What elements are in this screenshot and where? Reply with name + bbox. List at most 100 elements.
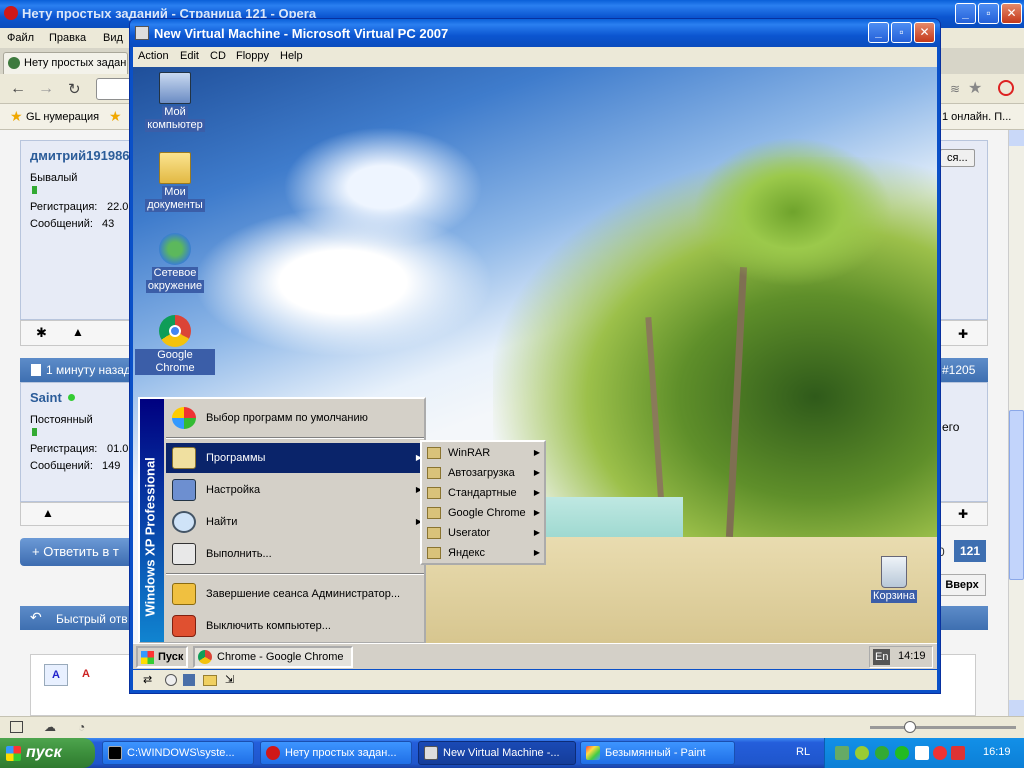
back-icon[interactable]: ← [10, 80, 26, 98]
opera-minimize-button[interactable]: _ [955, 3, 976, 24]
submenu-item-standard[interactable]: Стандартные ▶ [422, 483, 546, 503]
desktop-icon-my-computer[interactable]: Мой компьютер [135, 72, 215, 132]
opera-menu-edit[interactable]: Правка [44, 29, 91, 47]
reload-icon[interactable]: ↻ [68, 80, 81, 98]
guest-start-label: Пуск [158, 651, 184, 663]
opera-maximize-button[interactable]: ▫ [978, 3, 999, 24]
post1-star-icon[interactable]: ✱ [36, 325, 47, 341]
vpc-titlebar: New Virtual Machine - Microsoft Virtual … [130, 19, 940, 47]
tray-icon[interactable] [951, 746, 965, 760]
cloud-icon[interactable]: ☁ [44, 720, 56, 734]
vpc-maximize-button[interactable]: ▫ [891, 22, 912, 43]
zoom-slider-thumb[interactable] [904, 721, 916, 733]
tray-icon[interactable] [895, 746, 909, 760]
submenu-item-autostart[interactable]: Автозагрузка ▶ [422, 463, 546, 483]
submenu-item-userator[interactable]: Userator ▶ [422, 523, 546, 543]
post2-username[interactable]: Saint [30, 390, 62, 405]
start-item-label: Выбор программ по умолчанию [206, 412, 368, 424]
guest-task-chrome[interactable]: Chrome - Google Chrome [193, 646, 353, 668]
zoom-slider[interactable] [870, 721, 1016, 733]
post2-warn-icon[interactable]: ▲ [42, 506, 54, 520]
opera-tab[interactable]: Нету простых задан... [3, 52, 128, 74]
post2-number[interactable]: #1205 [942, 363, 975, 377]
vpc-minimize-button[interactable]: _ [868, 22, 889, 43]
start-item-programs[interactable]: Программы ▶ [166, 443, 428, 473]
vpc-menubar: Action Edit CD Floppy Help [133, 47, 937, 67]
vpc-cd-icon[interactable] [165, 674, 177, 686]
start-menu-banner: Windows XP Professional [140, 399, 164, 642]
vpc-menu-action[interactable]: Action [133, 47, 174, 65]
guest-start-button[interactable]: Пуск [136, 646, 188, 668]
tray-icon[interactable] [933, 746, 947, 760]
start-item-label: Выключить компьютер... [206, 620, 331, 632]
opera-menu-view[interactable]: Вид [98, 29, 128, 47]
opera-close-button[interactable]: ✕ [1001, 3, 1022, 24]
guest-lang-indicator[interactable]: En [873, 649, 891, 665]
submenu-item-winrar[interactable]: WinRAR ▶ [422, 443, 546, 463]
vpc-icon [135, 26, 149, 40]
network-icon [159, 233, 191, 265]
submenu-item-label: Стандартные [448, 487, 517, 499]
panel-toggle-icon[interactable] [10, 721, 23, 733]
opera-scrollbar[interactable] [1008, 130, 1024, 716]
desktop-icon-my-documents[interactable]: Мои документы [135, 152, 215, 212]
tray-icon[interactable] [915, 746, 929, 760]
tray-icon[interactable] [855, 746, 869, 760]
up-button[interactable]: Вверх [938, 574, 986, 596]
tray-icon[interactable] [835, 746, 849, 760]
submenu-arrow-icon: ▶ [533, 468, 540, 477]
desktop-icon-network[interactable]: Сетевое окружение [135, 233, 215, 293]
vpc-menu-help[interactable]: Help [275, 47, 308, 65]
start-item-run[interactable]: Выполнить... [166, 539, 428, 569]
scroll-down-button[interactable] [1009, 700, 1024, 716]
address-field[interactable] [96, 78, 132, 100]
host-task-vpc[interactable]: New Virtual Machine -... [418, 741, 576, 765]
submenu-item-chrome[interactable]: Google Chrome ▶ [422, 503, 546, 523]
post2-quote-icon[interactable]: ✚ [958, 507, 968, 521]
host-task-paint[interactable]: Безымянный - Paint [580, 741, 735, 765]
bookmark-star2-icon: ★ [109, 108, 122, 124]
tray-icon[interactable] [875, 746, 889, 760]
forward-icon[interactable]: → [38, 80, 54, 98]
post1-username[interactable]: дмитрий191986 [30, 148, 130, 163]
submenu-item-yandex[interactable]: Яндекс ▶ [422, 543, 546, 563]
editor-font-icon[interactable]: A [44, 664, 68, 686]
editor-color-icon[interactable]: A [74, 664, 98, 686]
star-icon[interactable]: ★ [968, 78, 982, 98]
host-lang-indicator[interactable]: RL [796, 746, 810, 758]
post1-quote-icon[interactable]: ✚ [958, 327, 968, 341]
host-clock: 16:19 [983, 746, 1011, 758]
vpc-floppy-icon[interactable] [183, 674, 195, 686]
guest-clock: 14:19 [898, 650, 926, 662]
vpc-folder-icon[interactable] [203, 675, 217, 686]
post1-warn-icon[interactable]: ▲ [72, 325, 84, 339]
adblock-icon[interactable] [998, 80, 1014, 96]
speed-icon[interactable]: ◔ [78, 720, 85, 734]
vpc-usb-icon[interactable]: ⇲ [225, 673, 234, 686]
vpc-network-icon[interactable]: ⇄ [143, 673, 152, 686]
host-task-cmd[interactable]: C:\WINDOWS\syste... [102, 741, 254, 765]
start-item-search[interactable]: Найти ▶ [166, 507, 428, 537]
vpc-menu-edit[interactable]: Edit [175, 47, 204, 65]
desktop-icon-chrome[interactable]: Google Chrome [135, 315, 215, 375]
host-start-button[interactable]: пуск [0, 738, 95, 768]
vpc-menu-floppy[interactable]: Floppy [231, 47, 274, 65]
start-item-logoff[interactable]: Завершение сеанса Администратор... [166, 579, 428, 609]
start-item-default-programs[interactable]: Выбор программ по умолчанию [166, 403, 428, 433]
desktop-icon-recycle-bin[interactable]: Корзина [854, 556, 934, 603]
vpc-close-button[interactable]: ✕ [914, 22, 935, 43]
program-group-icon [427, 447, 441, 459]
scroll-thumb[interactable] [1009, 410, 1024, 580]
program-group-icon [427, 467, 441, 479]
vpc-menu-cd[interactable]: CD [205, 47, 231, 65]
rss-icon[interactable]: ≋ [950, 82, 960, 96]
submenu-item-label: Автозагрузка [448, 467, 515, 479]
start-item-settings[interactable]: Настройка ▶ [166, 475, 428, 505]
desktop-icon-label: Мои [162, 186, 188, 199]
post1-right-button[interactable]: ся... [940, 149, 975, 167]
start-item-shutdown[interactable]: Выключить компьютер... [166, 611, 428, 641]
opera-menu-file[interactable]: Файл [2, 29, 39, 47]
scroll-up-button[interactable] [1009, 130, 1024, 146]
host-task-opera[interactable]: Нету простых задан... [260, 741, 412, 765]
bookmark-gl[interactable]: GL нумерация [26, 111, 99, 123]
